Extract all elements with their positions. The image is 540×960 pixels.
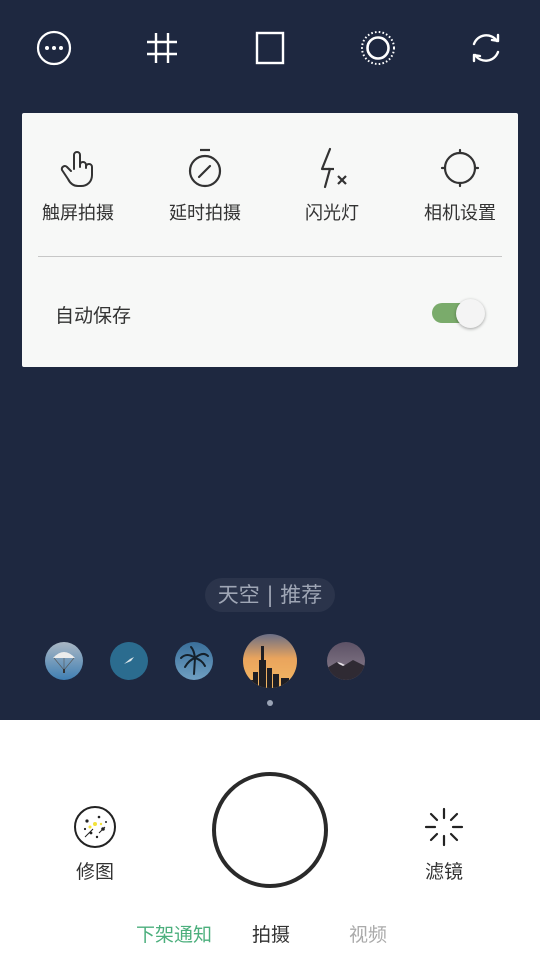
camera-settings-option[interactable]: 相机设置 bbox=[400, 147, 520, 227]
top-toolbar bbox=[0, 0, 540, 96]
settings-panel: 触屏拍摄 延时拍摄 闪光灯 相机设置 自动保存 bbox=[22, 113, 518, 367]
shutter-button[interactable] bbox=[212, 772, 328, 888]
scene-thumb-parachute[interactable] bbox=[45, 642, 83, 680]
flash-option[interactable]: 闪光灯 bbox=[272, 147, 392, 227]
filter-icon bbox=[424, 807, 464, 847]
aspect-ratio-icon[interactable] bbox=[252, 30, 288, 66]
auto-save-label: 自动保存 bbox=[55, 305, 132, 327]
flash-off-icon bbox=[320, 147, 347, 189]
edit-photo-label: 修图 bbox=[75, 861, 114, 883]
camera-settings-label: 相机设置 bbox=[424, 203, 496, 224]
filter-label: 滤镜 bbox=[424, 861, 463, 883]
filter-button[interactable]: 滤镜 bbox=[404, 805, 484, 884]
auto-save-toggle[interactable] bbox=[432, 298, 486, 328]
live-photo-icon[interactable] bbox=[360, 30, 396, 66]
scene-thumb-mountain-dusk[interactable] bbox=[327, 642, 365, 680]
scene-thumb-city-sunset[interactable] bbox=[243, 634, 297, 688]
switch-camera-icon[interactable] bbox=[468, 30, 504, 66]
grid-icon[interactable] bbox=[144, 30, 180, 66]
camera-settings-icon bbox=[440, 148, 480, 188]
mode-tab-video[interactable]: 视频 bbox=[349, 920, 387, 947]
flash-label: 闪光灯 bbox=[305, 203, 359, 224]
scene-thumb-bird[interactable] bbox=[110, 642, 148, 680]
scene-label: 天空 | 推荐 bbox=[205, 578, 335, 612]
edit-photo-icon bbox=[74, 806, 116, 848]
timer-icon bbox=[188, 148, 222, 188]
toggle-knob bbox=[456, 299, 485, 328]
timer-label: 延时拍摄 bbox=[169, 203, 241, 224]
page-indicator bbox=[267, 700, 273, 706]
panel-divider bbox=[38, 256, 502, 257]
touch-capture-icon bbox=[60, 151, 93, 187]
timer-option[interactable]: 延时拍摄 bbox=[145, 147, 265, 227]
mode-tab-photo[interactable]: 拍摄 bbox=[252, 920, 290, 947]
touch-capture-label: 触屏拍摄 bbox=[42, 203, 114, 224]
bottom-control-bar: 修图 滤镜 下架通知 拍摄 视频 bbox=[0, 720, 540, 960]
edit-photo-button[interactable]: 修图 bbox=[55, 805, 135, 884]
scene-thumb-palm[interactable] bbox=[175, 642, 213, 680]
mode-tab-notice[interactable]: 下架通知 bbox=[136, 920, 212, 947]
touch-capture-option[interactable]: 触屏拍摄 bbox=[18, 147, 138, 227]
more-icon[interactable] bbox=[36, 30, 72, 66]
